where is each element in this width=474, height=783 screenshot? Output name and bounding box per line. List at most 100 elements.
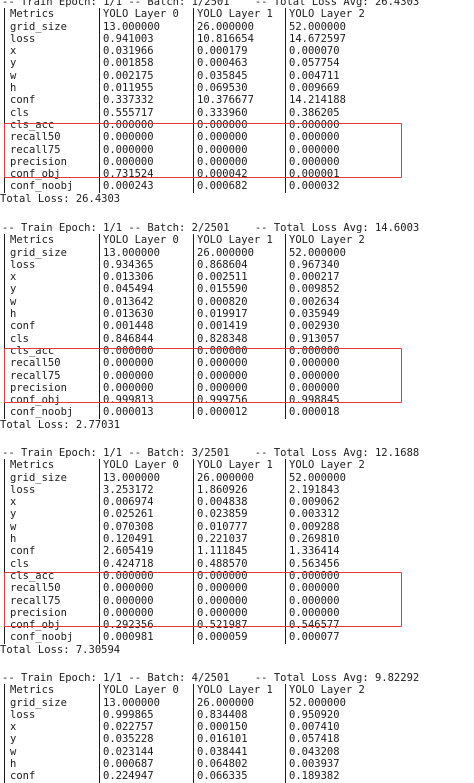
table-cell: 0.015590 bbox=[197, 283, 248, 296]
table-row: conf 2.605419 1.111845 1.336414 bbox=[0, 545, 474, 558]
table-cell: cls_acc bbox=[10, 118, 55, 131]
table-cell: 0.000000 bbox=[197, 143, 248, 156]
table-cell: 0.999865 bbox=[103, 708, 154, 721]
table-cell: 0.000000 bbox=[197, 606, 248, 619]
table-cell: 0.035949 bbox=[289, 308, 340, 321]
column-divider bbox=[285, 684, 286, 697]
table-cell: 0.000000 bbox=[197, 155, 248, 168]
table-cell: 10.816654 bbox=[197, 32, 254, 45]
table-cell: 0.000032 bbox=[289, 180, 340, 193]
table-cell: 0.004711 bbox=[289, 69, 340, 82]
table-cell: 0.000018 bbox=[289, 406, 340, 419]
total-loss: Total Loss: 26.4303 bbox=[0, 192, 121, 205]
column-divider bbox=[285, 271, 286, 284]
total-loss: Total Loss: 2.77031 bbox=[0, 418, 121, 431]
table-cell: 0.000000 bbox=[197, 569, 248, 582]
table-cell: 0.000000 bbox=[103, 344, 154, 357]
table-row: h 0.000687 0.064802 0.003937 bbox=[0, 758, 474, 771]
table-cell: precision bbox=[10, 606, 67, 619]
batch-header: -- Train Epoch: 1/1 -- Batch: 1/2501 -- … bbox=[0, 0, 474, 8]
column-divider bbox=[285, 308, 286, 321]
table-cell: cls bbox=[10, 106, 29, 119]
column-divider bbox=[4, 332, 5, 345]
column-header: YOLO Layer 0 bbox=[103, 459, 179, 472]
column-divider bbox=[193, 82, 194, 95]
table-cell: 0.000000 bbox=[289, 582, 340, 595]
table-header-row: Metrics YOLO Layer 0 YOLO Layer 1 YOLO Laye… bbox=[0, 8, 474, 21]
table-cell: 0.000000 bbox=[289, 344, 340, 357]
column-divider bbox=[285, 606, 286, 620]
table-cell: 0.000000 bbox=[289, 381, 340, 394]
table-cell: 13.000000 bbox=[103, 471, 160, 484]
column-divider bbox=[4, 483, 5, 497]
column-divider bbox=[285, 180, 286, 193]
table-cell: precision bbox=[10, 155, 67, 168]
table-cell: 0.000012 bbox=[197, 406, 248, 419]
table-row: conf 0.224947 0.066335 0.189382 bbox=[0, 770, 474, 783]
table-cell: 0.000150 bbox=[197, 721, 248, 734]
column-divider bbox=[193, 721, 194, 734]
column-divider bbox=[193, 180, 194, 193]
table-cell: 13.000000 bbox=[103, 20, 160, 33]
batch-header-text: -- Train Epoch: 1/1 -- Batch: 4/2501 -- … bbox=[2, 672, 420, 684]
column-divider bbox=[285, 246, 286, 259]
column-divider bbox=[4, 143, 5, 156]
table-cell: 52.000000 bbox=[289, 246, 346, 259]
column-divider bbox=[4, 684, 5, 697]
table-cell: 0.022757 bbox=[103, 721, 154, 734]
table-cell: 10.376677 bbox=[197, 94, 254, 107]
column-divider bbox=[4, 357, 5, 370]
column-divider bbox=[193, 168, 194, 181]
column-divider bbox=[99, 459, 100, 472]
table-cell: 0.000000 bbox=[103, 155, 154, 168]
column-divider bbox=[285, 8, 286, 21]
column-divider bbox=[99, 32, 100, 46]
column-divider bbox=[193, 459, 194, 472]
table-cell: 0.000000 bbox=[289, 155, 340, 168]
table-cell: y bbox=[10, 57, 17, 70]
column-divider bbox=[193, 394, 194, 407]
column-divider bbox=[4, 569, 5, 583]
column-divider bbox=[4, 708, 5, 722]
column-divider bbox=[285, 381, 286, 395]
table-row: y 0.025261 0.023859 0.003312 bbox=[0, 508, 474, 521]
terminal-output: -- Train Epoch: 1/1 -- Batch: 1/2501 -- … bbox=[0, 0, 474, 783]
column-divider bbox=[4, 557, 5, 570]
column-divider bbox=[285, 45, 286, 58]
table-cell: h bbox=[10, 82, 17, 95]
table-cell: 0.013306 bbox=[103, 271, 154, 284]
column-divider bbox=[99, 557, 100, 570]
table-cell: 0.038441 bbox=[197, 745, 248, 758]
column-divider bbox=[193, 357, 194, 370]
table-cell: 0.000000 bbox=[289, 369, 340, 382]
table-cell: 0.000000 bbox=[103, 569, 154, 582]
table-cell: 0.834408 bbox=[197, 708, 248, 721]
column-divider bbox=[193, 733, 194, 746]
column-divider bbox=[193, 508, 194, 521]
column-divider bbox=[193, 557, 194, 570]
table-cell: 0.000000 bbox=[289, 131, 340, 144]
column-divider bbox=[285, 394, 286, 407]
table-row: recall50 0.000000 0.000000 0.000000 bbox=[0, 131, 474, 144]
batch-header: -- Train Epoch: 1/1 -- Batch: 2/2501 -- … bbox=[0, 222, 474, 234]
column-header: YOLO Layer 2 bbox=[289, 8, 365, 21]
table-cell: 0.000000 bbox=[103, 594, 154, 607]
column-divider bbox=[193, 471, 194, 484]
column-divider bbox=[285, 471, 286, 484]
table-cell: 0.999756 bbox=[197, 394, 248, 407]
column-divider bbox=[4, 155, 5, 169]
table-cell: 0.002175 bbox=[103, 69, 154, 82]
column-divider bbox=[4, 283, 5, 296]
table-cell: 26.000000 bbox=[197, 246, 254, 259]
table-row: loss 3.253172 1.860926 2.191843 bbox=[0, 483, 474, 497]
batch-header-text: -- Train Epoch: 1/1 -- Batch: 3/2501 -- … bbox=[2, 447, 420, 459]
table-cell: 0.064802 bbox=[197, 758, 248, 771]
column-divider bbox=[285, 344, 286, 358]
table-cell: 0.045494 bbox=[103, 283, 154, 296]
table-cell: cls_acc bbox=[10, 344, 55, 357]
table-cell: 0.002930 bbox=[289, 320, 340, 333]
table-header-row: Metrics YOLO Layer 0 YOLO Layer 1 YOLO Laye… bbox=[0, 234, 474, 247]
column-divider bbox=[4, 32, 5, 46]
column-divider bbox=[99, 533, 100, 546]
column-divider bbox=[99, 721, 100, 734]
